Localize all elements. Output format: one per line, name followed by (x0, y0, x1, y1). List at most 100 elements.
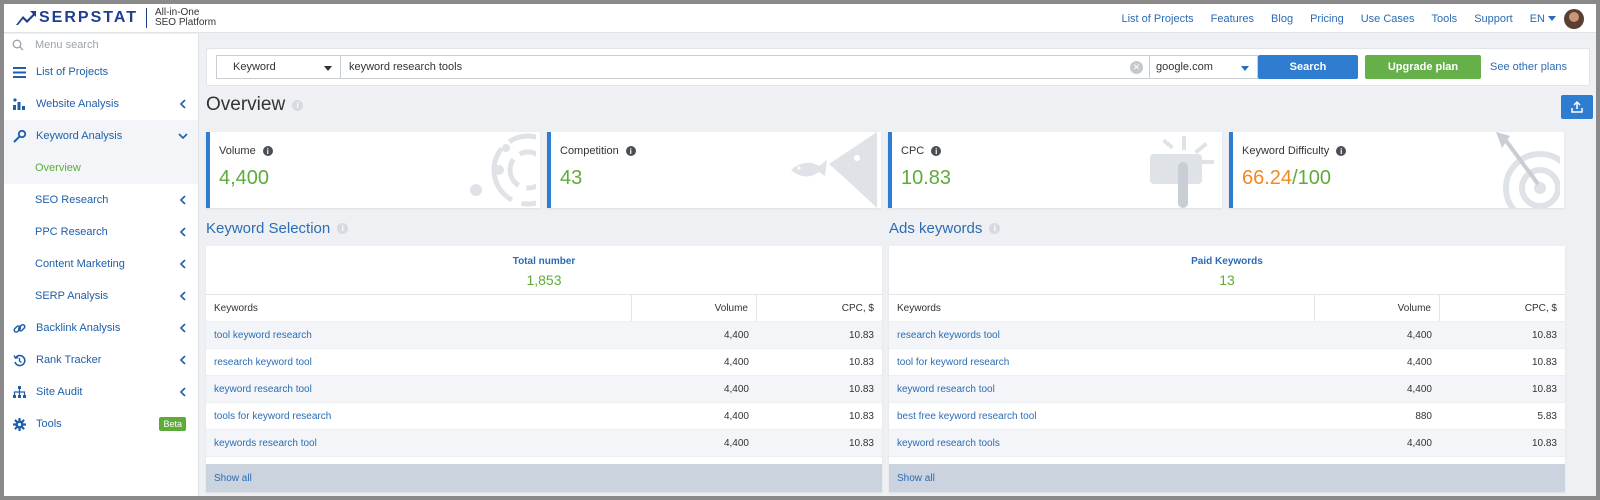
fish-decoration-icon (791, 132, 877, 208)
sidebar-subitem-ppc-research[interactable]: PPC Research (4, 216, 198, 248)
info-icon[interactable]: i (931, 146, 942, 156)
section-title-text: Keyword Selection (206, 220, 331, 237)
volume-cell: 4,400 (723, 437, 749, 449)
metric-card-volume: Volume i 4,400 (206, 132, 540, 208)
chevron-down-icon (1548, 16, 1556, 21)
ads-keywords-table: Keywords Volume CPC, $ research keywords… (889, 294, 1565, 457)
table-row: tool keyword research 4,400 10.83 (206, 322, 882, 349)
info-icon[interactable]: i (1336, 146, 1347, 156)
nav-features[interactable]: Features (1211, 13, 1254, 25)
clear-icon[interactable]: ✕ (1130, 61, 1143, 74)
column-header-volume[interactable]: Volume (1315, 295, 1440, 321)
column-header-cpc[interactable]: CPC, $ (757, 295, 882, 321)
nav-pricing[interactable]: Pricing (1310, 13, 1344, 25)
sidebar-item-rank-tracker[interactable]: Rank Tracker (4, 344, 198, 376)
cpc-cell: 10.83 (848, 356, 874, 368)
nav-blog[interactable]: Blog (1271, 13, 1293, 25)
cpc-cell: 10.83 (848, 383, 874, 395)
database-value: google.com (1156, 61, 1213, 73)
cpc-cell: 10.83 (1531, 383, 1557, 395)
sidebar-item-tools[interactable]: Tools Beta (4, 408, 198, 440)
info-icon[interactable]: i (262, 146, 273, 156)
database-select[interactable]: google.com (1150, 55, 1258, 79)
metric-value: 10.83 (901, 167, 952, 189)
sidebar-item-label: Website Analysis (36, 98, 119, 110)
sidebar-subitem-seo-research[interactable]: SEO Research (4, 184, 198, 216)
nav-use-cases[interactable]: Use Cases (1361, 13, 1415, 25)
sidebar-subitem-label: SERP Analysis (35, 290, 109, 302)
column-header-keywords[interactable]: Keywords (889, 295, 1315, 321)
language-label: EN (1529, 12, 1545, 25)
info-icon[interactable]: i (292, 99, 304, 111)
nav-support[interactable]: Support (1474, 13, 1513, 25)
sidebar-item-backlink-analysis[interactable]: Backlink Analysis (4, 312, 198, 344)
column-header-volume[interactable]: Volume (632, 295, 757, 321)
keyword-selection-panel: Total number 1,853 Keywords Volume CPC, … (206, 246, 882, 492)
keyword-link[interactable]: tools for keyword research (206, 403, 632, 429)
gear-icon (12, 417, 26, 431)
tagline-line-2: SEO Platform (154, 17, 217, 28)
serpstat-logo[interactable]: SERPSTAT All-in-One SEO Platform (16, 7, 216, 29)
menu-search[interactable]: Menu search (4, 34, 198, 56)
top-bar: SERPSTAT All-in-One SEO Platform List of… (4, 4, 1596, 33)
info-icon[interactable]: i (989, 223, 1001, 234)
total-number-label[interactable]: Total number (206, 256, 882, 267)
search-button[interactable]: Search (1258, 55, 1358, 79)
user-avatar[interactable] (1564, 8, 1584, 29)
chevron-left-icon (180, 291, 186, 301)
info-icon[interactable]: i (625, 146, 636, 156)
sidebar-item-label: Rank Tracker (36, 354, 102, 366)
cpc-cell: 10.83 (1531, 356, 1557, 368)
keyword-link[interactable]: tool for keyword research (889, 349, 1315, 375)
sitemap-icon (12, 385, 26, 399)
chevron-down-icon (324, 66, 332, 71)
nav-list-of-projects[interactable]: List of Projects (1121, 13, 1193, 25)
dart-target-decoration-icon (1496, 132, 1560, 208)
metric-card-cpc: CPC i 10.83 (888, 132, 1222, 208)
keyword-link[interactable]: research keyword tool (206, 349, 632, 375)
sidebar-item-label: Site Audit (36, 386, 83, 398)
sidebar-subitem-serp-analysis[interactable]: SERP Analysis (4, 280, 198, 312)
chevron-left-icon (180, 323, 186, 333)
keyword-link[interactable]: tool keyword research (206, 322, 632, 348)
sidebar-item-keyword-analysis[interactable]: Keyword Analysis (4, 120, 198, 152)
click-decoration-icon (1150, 136, 1214, 208)
export-icon (1571, 101, 1583, 113)
sidebar-subitem-overview[interactable]: Overview (4, 152, 198, 184)
nav-tools[interactable]: Tools (1432, 13, 1458, 25)
keyword-link[interactable]: keyword research tool (206, 376, 632, 402)
info-icon[interactable]: i (337, 223, 349, 234)
sidebar-item-website-analysis[interactable]: Website Analysis (4, 88, 198, 120)
logo-mark-icon (16, 11, 36, 25)
sidebar-subitem-content-marketing[interactable]: Content Marketing (4, 248, 198, 280)
column-header-keywords[interactable]: Keywords (206, 295, 632, 321)
search-type-select[interactable]: Keyword (216, 55, 340, 79)
ads-keywords-title: Ads keywords i (889, 220, 1001, 237)
show-all-link[interactable]: Show all (206, 464, 882, 492)
show-all-link[interactable]: Show all (889, 464, 1565, 492)
export-button[interactable] (1561, 95, 1593, 119)
keyword-input[interactable]: keyword research tools ✕ (340, 55, 1150, 79)
keyword-link[interactable]: best free keyword research tool (889, 403, 1315, 429)
sidebar-item-list-of-projects[interactable]: List of Projects (4, 56, 198, 88)
volume-cell: 4,400 (1406, 329, 1432, 341)
upgrade-plan-button[interactable]: Upgrade plan (1365, 55, 1481, 79)
table-row: best free keyword research tool 880 5.83 (889, 403, 1565, 430)
difficulty-value: 66.24 (1242, 167, 1293, 189)
volume-cell: 4,400 (1406, 356, 1432, 368)
column-header-cpc[interactable]: CPC, $ (1440, 295, 1565, 321)
chevron-left-icon (180, 387, 186, 397)
paid-keywords-label[interactable]: Paid Keywords (889, 256, 1565, 267)
volume-cell: 4,400 (723, 410, 749, 422)
see-other-plans-link[interactable]: See other plans (1490, 61, 1567, 73)
keyword-link[interactable]: keyword research tools (889, 430, 1315, 456)
sidebar-item-site-audit[interactable]: Site Audit (4, 376, 198, 408)
keyword-link[interactable]: keywords research tool (206, 430, 632, 456)
keyword-link[interactable]: research keywords tool (889, 322, 1315, 348)
keyword-input-value: keyword research tools (349, 61, 463, 73)
metric-label: Keyword Difficulty i (1242, 145, 1347, 157)
table-row: tool for keyword research 4,400 10.83 (889, 349, 1565, 376)
cpc-cell: 10.83 (1531, 437, 1557, 449)
language-selector[interactable]: EN (1530, 13, 1556, 25)
keyword-link[interactable]: keyword research tool (889, 376, 1315, 402)
